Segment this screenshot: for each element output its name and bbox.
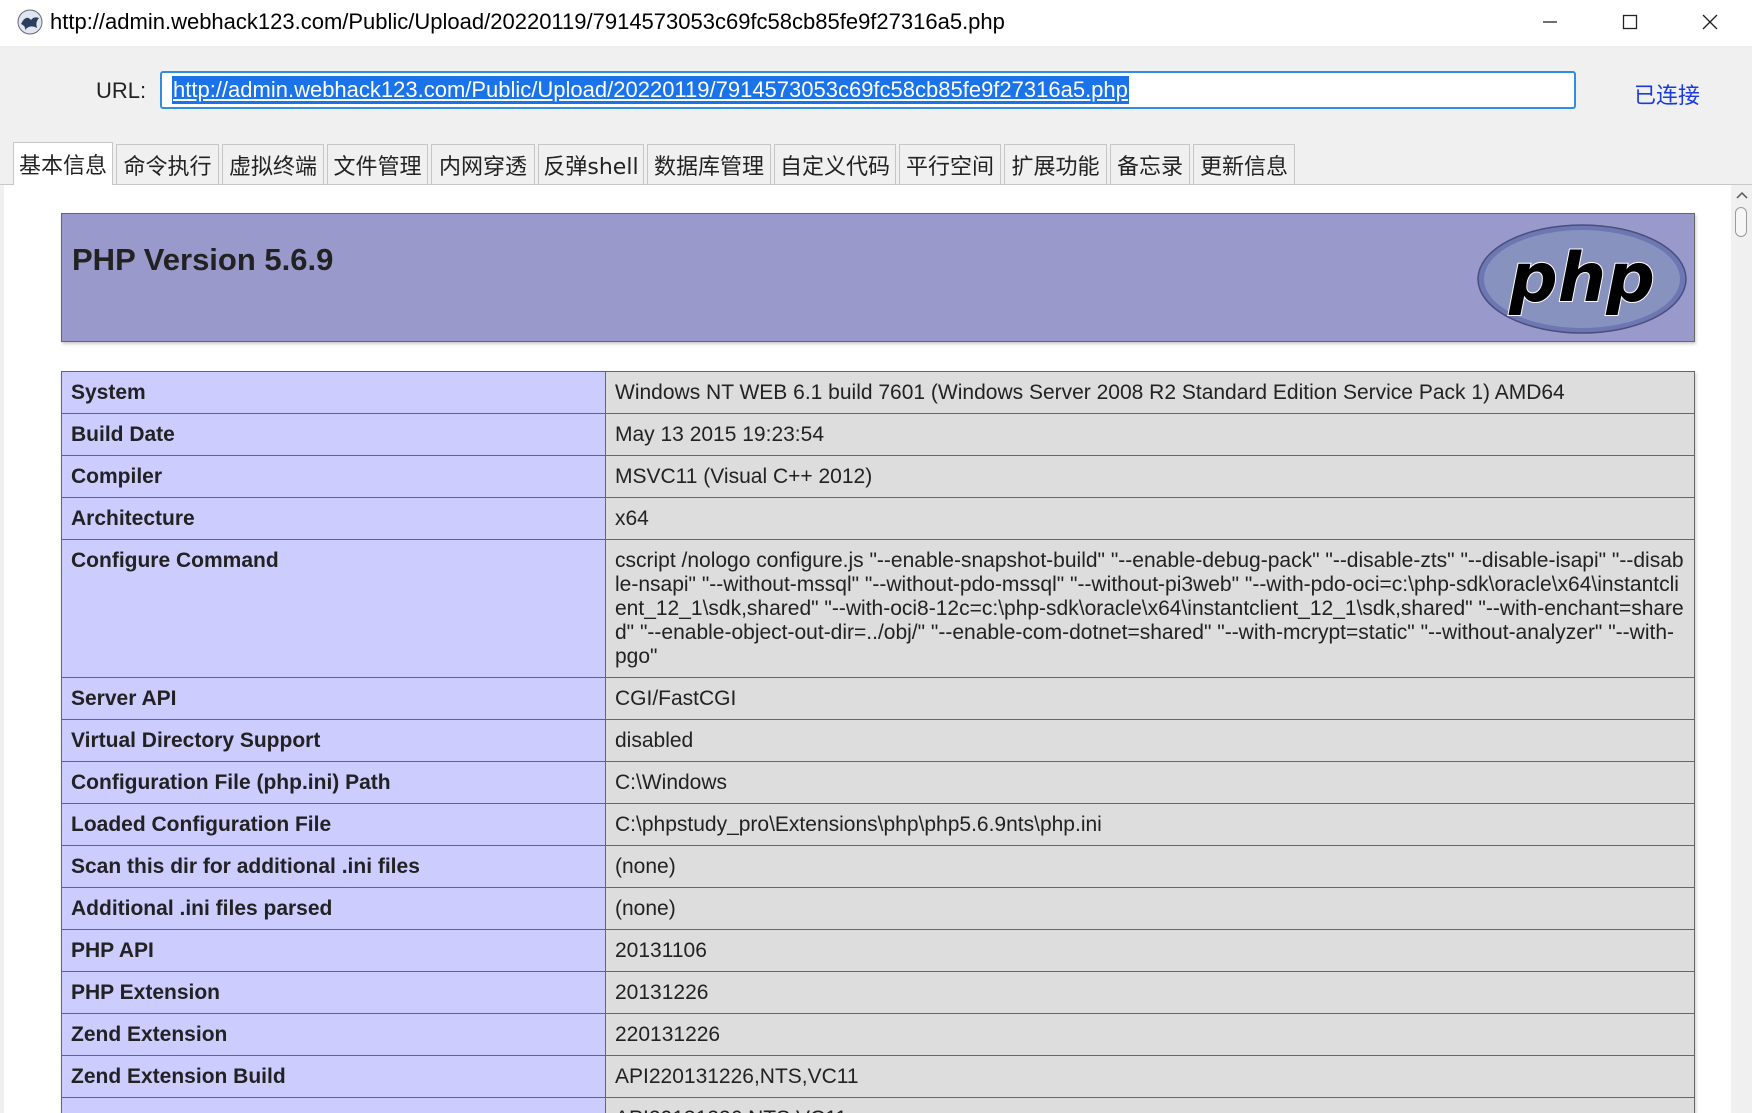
tab-label: 扩展功能	[1011, 154, 1100, 180]
tab-label: 虚拟终端	[228, 154, 317, 180]
tab-label: 反弹shell	[543, 154, 639, 180]
row-key: Loaded Configuration File	[61, 803, 606, 846]
row-value: CGI/FastCGI	[605, 677, 1695, 720]
url-input-value: http://admin.webhack123.com/Public/Uploa…	[172, 76, 1129, 104]
close-button[interactable]	[1670, 0, 1750, 44]
table-row: Architecture x64	[61, 497, 1695, 540]
tab-label: 数据库管理	[653, 154, 764, 180]
app-logo-icon	[17, 9, 43, 35]
row-key: Additional .ini files parsed	[61, 887, 606, 930]
table-row: Scan this dir for additional .ini files(…	[61, 845, 1695, 888]
tab-custom-code[interactable]: 自定义代码	[774, 144, 896, 184]
php-version-title: PHP Version 5.6.9	[72, 242, 334, 277]
row-value: 220131226	[605, 1013, 1695, 1056]
table-row: PHP API 20131106	[61, 929, 1695, 972]
row-key: Architecture	[61, 497, 606, 540]
row-value: API220131226,NTS,VC11	[605, 1055, 1695, 1098]
table-row: Additional .ini files parsed (none)	[61, 887, 1695, 930]
table-row: Server API CGI/FastCGI	[61, 677, 1695, 720]
row-value: C:\Windows	[605, 761, 1695, 804]
row-key: Build Date	[61, 413, 606, 456]
tab-label: 内网穿透	[438, 154, 527, 180]
url-input[interactable]: http://admin.webhack123.com/Public/Uploa…	[160, 71, 1576, 109]
row-key	[61, 1097, 606, 1113]
url-label: URL:	[96, 78, 147, 103]
table-row: API20131226,NTS,VC11	[61, 1097, 1695, 1113]
row-key: System	[61, 371, 606, 414]
title-bar: http://admin.webhack123.com/Public/Uploa…	[0, 0, 1752, 46]
row-key: Configuration File (php.ini) Path	[61, 761, 606, 804]
row-value: 20131106	[605, 929, 1695, 972]
row-key: PHP Extension	[61, 971, 606, 1014]
minimize-icon	[1543, 21, 1557, 23]
tab-label: 备忘录	[1116, 154, 1183, 180]
table-row: Virtual Directory Support disabled	[61, 719, 1695, 762]
row-value: C:\phpstudy_pro\Extensions\php\php5.6.9n…	[605, 803, 1695, 846]
tab-label: 更新信息	[1199, 154, 1288, 180]
url-bar: URL: http://admin.webhack123.com/Public/…	[0, 46, 1752, 136]
tab-virtual-terminal[interactable]: 虚拟终端	[222, 144, 324, 184]
table-row: Configure Command cscript /nologo configu…	[61, 539, 1695, 678]
tab-label: 文件管理	[333, 154, 422, 180]
table-row: Loaded Configuration File C:\phpstudy_pro…	[61, 803, 1695, 846]
tab-update-info[interactable]: 更新信息	[1193, 144, 1295, 184]
row-key: Scan this dir for additional .ini files	[61, 845, 606, 888]
row-value: May 13 2015 19:23:54	[605, 413, 1695, 456]
table-row: Configuration File (php.ini) Path C:\Wind…	[61, 761, 1695, 804]
tab-reverse-shell[interactable]: 反弹shell	[538, 144, 644, 184]
row-key: Server API	[61, 677, 606, 720]
connection-status: 已连接	[1634, 83, 1701, 108]
scroll-thumb[interactable]	[1735, 207, 1747, 237]
row-value: (none)	[605, 887, 1695, 930]
row-value: disabled	[605, 719, 1695, 762]
app-window: http://admin.webhack123.com/Public/Uploa…	[0, 0, 1752, 1113]
maximize-icon	[1622, 14, 1638, 30]
tab-extensions[interactable]: 扩展功能	[1004, 144, 1107, 184]
row-key: PHP API	[61, 929, 606, 972]
table-row: Zend Extension Build API220131226,NTS,VC1…	[61, 1055, 1695, 1098]
tab-label: 基本信息	[18, 154, 107, 179]
row-key: Zend Extension Build	[61, 1055, 606, 1098]
close-icon	[1702, 14, 1718, 30]
row-key: Compiler	[61, 455, 606, 498]
phpinfo-table: System Windows NT WEB 6.1 build 7601 (Win…	[61, 371, 1695, 1113]
row-value: x64	[605, 497, 1695, 540]
minimize-button[interactable]	[1510, 0, 1590, 44]
tab-label: 平行空间	[905, 154, 994, 180]
tab-label: 自定义代码	[779, 154, 890, 180]
row-value: MSVC11 (Visual C++ 2012)	[605, 455, 1695, 498]
row-value: Windows NT WEB 6.1 build 7601 (Windows S…	[605, 371, 1695, 414]
svg-text:php: php	[1508, 239, 1655, 318]
tab-basic-info[interactable]: 基本信息	[13, 142, 113, 185]
tab-parallel-space[interactable]: 平行空间	[899, 144, 1001, 184]
table-row: Compiler MSVC11 (Visual C++ 2012)	[61, 455, 1695, 498]
row-key: Virtual Directory Support	[61, 719, 606, 762]
row-value: (none)	[605, 845, 1695, 888]
table-row: Zend Extension 220131226	[61, 1013, 1695, 1056]
row-key: Zend Extension	[61, 1013, 606, 1056]
row-key: Configure Command	[61, 539, 606, 678]
table-row: PHP Extension 20131226	[61, 971, 1695, 1014]
table-row: System Windows NT WEB 6.1 build 7601 (Win…	[61, 371, 1695, 414]
maximize-button[interactable]	[1590, 0, 1670, 44]
phpinfo-header: PHP Version 5.6.9 php	[61, 213, 1695, 342]
window-title: http://admin.webhack123.com/Public/Uploa…	[50, 9, 1005, 34]
row-value: cscript /nologo configure.js "--enable-s…	[605, 539, 1695, 678]
scroll-up-button[interactable]	[1731, 185, 1752, 205]
tab-label: 命令执行	[123, 154, 212, 180]
php-logo-icon: php	[1477, 224, 1687, 334]
chevron-up-icon	[1735, 191, 1748, 199]
tab-database-manager[interactable]: 数据库管理	[647, 144, 771, 184]
vertical-scrollbar[interactable]	[1731, 185, 1752, 1113]
tab-intranet-tunnel[interactable]: 内网穿透	[431, 144, 535, 184]
tab-bar: 基本信息 命令执行 虚拟终端 文件管理 内网穿透 反弹shell 数据库管理 自…	[0, 142, 1752, 185]
table-row: Build Date May 13 2015 19:23:54	[61, 413, 1695, 456]
tab-file-manager[interactable]: 文件管理	[327, 144, 428, 184]
row-value: 20131226	[605, 971, 1695, 1014]
tab-command-exec[interactable]: 命令执行	[116, 144, 219, 184]
tab-memo[interactable]: 备忘录	[1110, 144, 1190, 184]
row-value: API20131226,NTS,VC11	[605, 1097, 1695, 1113]
phpinfo-content[interactable]: PHP Version 5.6.9 php System Windows NT W…	[4, 185, 1731, 1113]
